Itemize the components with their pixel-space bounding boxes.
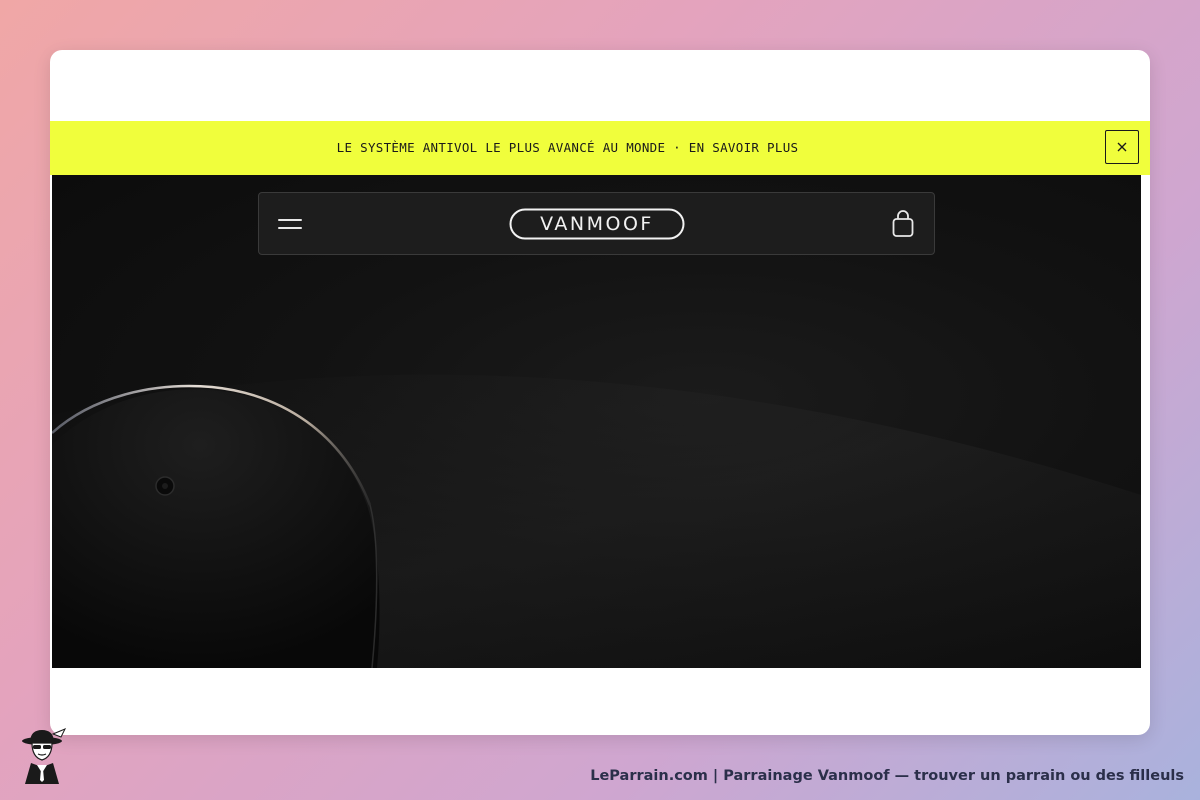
shopping-bag-icon xyxy=(892,210,914,237)
banner-close-button[interactable] xyxy=(1105,130,1139,164)
hamburger-menu-icon xyxy=(278,219,302,229)
browser-card: LE SYSTÈME ANTIVOL LE PLUS AVANCÉ AU MON… xyxy=(50,50,1150,735)
mascot-spy-icon xyxy=(22,728,67,784)
announcement-banner-link[interactable]: LE SYSTÈME ANTIVOL LE PLUS AVANCÉ AU MON… xyxy=(50,121,1150,175)
footer-caption: LeParrain.com | Parrainage Vanmoof — tro… xyxy=(590,768,1184,784)
top-navbar: VANMOOF xyxy=(258,192,935,255)
menu-button[interactable] xyxy=(275,211,305,237)
announcement-banner: LE SYSTÈME ANTIVOL LE PLUS AVANCÉ AU MON… xyxy=(50,121,1150,175)
logo-text: VANMOOF xyxy=(540,213,654,235)
hero-section: VANMOOF xyxy=(52,175,1141,668)
close-icon xyxy=(1117,142,1127,152)
cart-button[interactable] xyxy=(889,209,917,239)
vanmoof-logo-link[interactable]: VANMOOF xyxy=(509,208,685,240)
